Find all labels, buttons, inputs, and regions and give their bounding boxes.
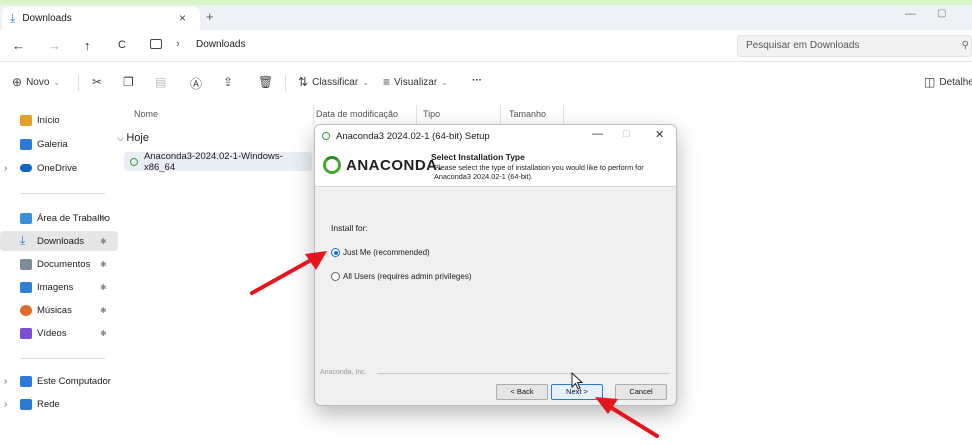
mouse-cursor-icon	[571, 372, 584, 390]
annotation-arrow-next	[595, 397, 659, 438]
annotation-arrow-radio	[250, 251, 327, 295]
annotation-overlay	[250, 251, 659, 438]
